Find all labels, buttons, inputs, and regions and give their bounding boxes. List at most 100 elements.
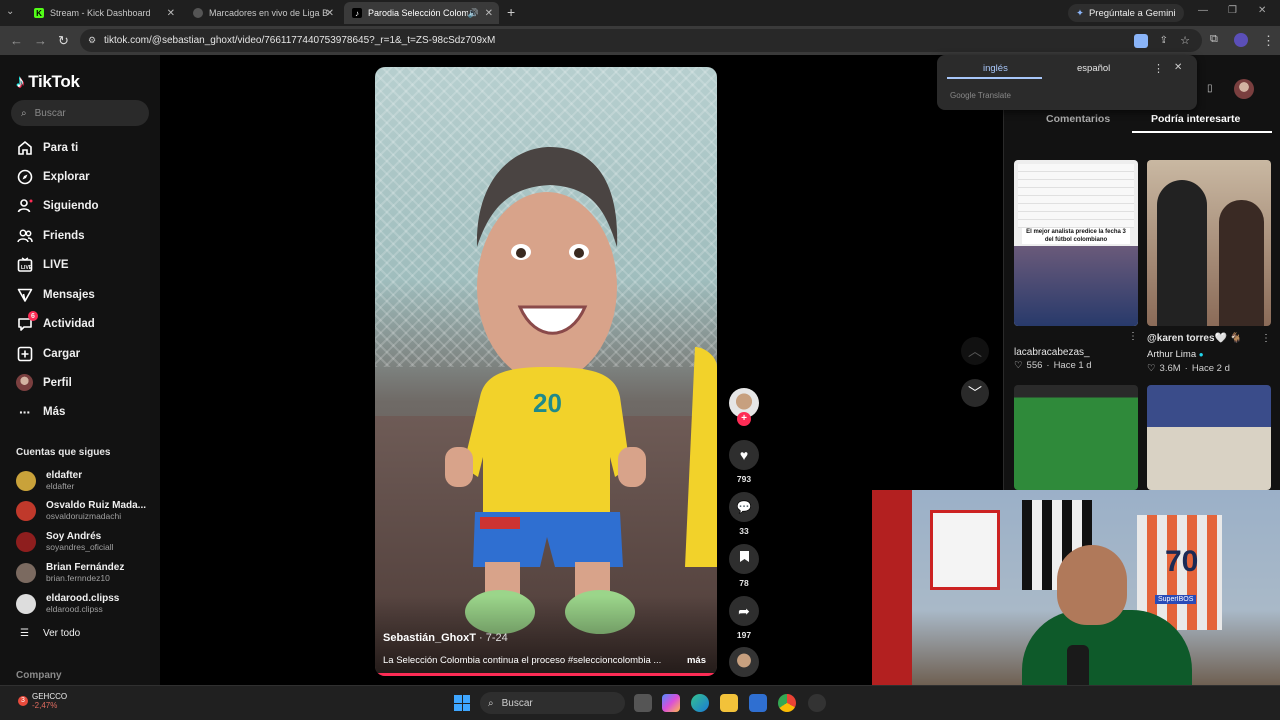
followed-account[interactable]: Osvaldo Ruiz Mada... osvaldoruizmadachi — [16, 500, 146, 521]
suggested-video-author[interactable]: Arthur Lima ● — [1147, 349, 1204, 360]
windows-start-icon[interactable] — [454, 695, 470, 711]
nav-actividad[interactable]: 6 Actividad — [16, 311, 95, 332]
restore-button[interactable]: ❐ — [1228, 5, 1237, 16]
profile-avatar[interactable] — [1234, 33, 1248, 47]
avatar — [16, 562, 36, 583]
see-all-link[interactable]: ☰ Ver todo — [20, 628, 80, 639]
audio-playing-icon[interactable]: 🔊 — [468, 8, 479, 19]
nav-mensajes[interactable]: Mensajes — [16, 286, 95, 303]
save-button[interactable]: 78 — [728, 544, 760, 588]
thumbnail-people-image — [1157, 180, 1207, 326]
suggested-video-thumbnail[interactable] — [1147, 385, 1271, 490]
task-view-icon[interactable] — [634, 694, 652, 712]
bookmark-star-icon[interactable]: ☆ — [1180, 34, 1190, 47]
video-author[interactable]: Sebastián_GhoxT · 7-24 — [383, 632, 508, 644]
tab-title: Marcadores en vivo de Liga Betp — [209, 8, 329, 18]
search-icon: ⌕ — [488, 697, 494, 709]
followed-account[interactable]: Brian Fernández brian.fernndez10 — [16, 562, 124, 583]
site-info-icon[interactable]: ⚙ — [88, 35, 96, 46]
suggested-video-thumbnail[interactable] — [1014, 385, 1138, 490]
gemini-button[interactable]: ✦ Pregúntale a Gemini — [1068, 4, 1184, 22]
nav-explorar[interactable]: Explorar — [16, 168, 90, 185]
nav-para-ti[interactable]: Para ti — [16, 139, 78, 156]
tab-tiktok-video[interactable]: ♪ Parodia Selección Colombia 🔊 ✕ — [344, 2, 499, 24]
like-button[interactable]: ♥ 793 — [728, 440, 760, 484]
browser-tab-bar: ⌄ K Stream - Kick Dashboard ✕ Marcadores… — [0, 0, 1280, 26]
close-window-button[interactable]: ✕ — [1258, 5, 1266, 16]
comment-button[interactable]: 💬 33 — [728, 492, 760, 536]
suggested-video-title[interactable]: lacabracabezas_ — [1014, 347, 1090, 358]
close-tab-icon[interactable]: ✕ — [485, 8, 493, 19]
close-tab-icon[interactable]: ✕ — [167, 8, 175, 19]
close-tab-icon[interactable]: ✕ — [326, 8, 334, 19]
install-app-icon[interactable]: ⇪ — [1160, 35, 1168, 46]
tab-list-button[interactable]: ⌄ — [6, 6, 14, 17]
new-tab-button[interactable]: + — [507, 4, 515, 20]
tab-liga-betplay[interactable]: Marcadores en vivo de Liga Betp ✕ — [185, 2, 340, 24]
translate-lang-espanol[interactable]: español — [1077, 63, 1110, 74]
activity-badge: 6 — [28, 311, 38, 321]
video-player[interactable]: 20 Sebastián_GhoxT · 7-24 La Selección C… — [375, 67, 717, 676]
nav-siguiendo[interactable]: Siguiendo — [16, 197, 99, 214]
follow-plus-icon[interactable]: + — [737, 412, 751, 426]
back-icon[interactable]: ← — [10, 33, 23, 48]
tab-podria-interesarte[interactable]: Podría interesarte — [1151, 113, 1240, 125]
tab-kick-dashboard[interactable]: K Stream - Kick Dashboard ✕ — [26, 2, 181, 24]
user-avatar[interactable] — [1234, 79, 1254, 99]
tiktok-logo[interactable]: ♪ TikTok — [16, 72, 80, 92]
share-button[interactable]: ➦ 197 — [728, 596, 760, 640]
edge-icon[interactable] — [691, 694, 709, 712]
followed-account[interactable]: eldarood.clipss eldarood.clipss — [16, 593, 119, 614]
suggested-video-thumbnail[interactable]: El mejor analista predice la fecha 3 del… — [1014, 160, 1138, 326]
translate-tab-underline — [947, 77, 1042, 79]
video-progress-bar[interactable] — [375, 673, 717, 676]
streamer-head — [1057, 545, 1127, 625]
followed-account[interactable]: eldafter eldafter — [16, 470, 82, 491]
stock-widget[interactable]: 3 GEHCCO -2,47% — [18, 692, 67, 710]
minimize-button[interactable]: — — [1198, 5, 1208, 16]
obs-icon[interactable] — [808, 694, 826, 712]
following-icon — [16, 197, 33, 214]
more-options-icon[interactable]: ⋮ — [1128, 331, 1138, 342]
translate-close-icon[interactable]: ✕ — [1174, 62, 1182, 73]
nav-perfil[interactable]: Perfil — [16, 374, 72, 391]
translate-lang-ingles[interactable]: inglés — [983, 63, 1008, 74]
reload-icon[interactable]: ↻ — [58, 33, 69, 49]
avatar — [16, 470, 36, 491]
suggested-video-thumbnail[interactable] — [1147, 160, 1271, 326]
url-text: tiktok.com/@sebastian_ghoxt/video/766117… — [104, 35, 496, 46]
upload-icon — [16, 345, 33, 362]
sound-disc-button[interactable] — [728, 647, 760, 677]
forward-icon[interactable]: → — [34, 33, 47, 48]
thumbnail-overlay-text: El mejor analista predice la fecha 3 del… — [1022, 228, 1130, 244]
url-field[interactable]: ⚙ tiktok.com/@sebastian_ghoxt/video/7661… — [80, 29, 1202, 52]
device-icon[interactable]: ▯ — [1207, 83, 1213, 94]
file-explorer-icon[interactable] — [720, 694, 738, 712]
heart-outline-icon: ♡ — [1014, 360, 1023, 371]
avatar — [16, 531, 36, 552]
copilot-icon[interactable] — [662, 694, 680, 712]
caption-more-button[interactable]: más — [687, 655, 706, 666]
store-icon[interactable] — [749, 694, 767, 712]
search-input[interactable]: ⌕ Buscar — [11, 100, 149, 126]
translate-page-icon[interactable] — [1134, 33, 1148, 48]
more-options-icon[interactable]: ⋮ — [1261, 333, 1271, 344]
save-count: 78 — [739, 578, 749, 588]
chrome-icon[interactable] — [778, 694, 796, 712]
translate-options-icon[interactable]: ⋮ — [1153, 62, 1164, 75]
followed-account[interactable]: Soy Andrés soyandres_oficiall — [16, 531, 114, 552]
tab-comentarios[interactable]: Comentarios — [1046, 113, 1110, 125]
nav-live[interactable]: LIVE LIVE — [16, 256, 69, 273]
next-video-button[interactable]: ﹀ — [961, 379, 989, 407]
suggested-video-title[interactable]: @karen torres🤍 🐐 — [1147, 333, 1242, 344]
taskbar-search[interactable]: ⌕ Buscar — [480, 692, 625, 714]
browser-menu-icon[interactable]: ⋮ — [1262, 33, 1275, 49]
company-link[interactable]: Company — [16, 670, 62, 681]
nav-cargar[interactable]: Cargar — [16, 345, 80, 362]
previous-video-button[interactable]: ︿ — [961, 337, 989, 365]
stock-change: -2,47% — [32, 701, 58, 710]
extensions-icon[interactable]: ⧉ — [1210, 33, 1218, 46]
creator-avatar-button[interactable]: + — [728, 388, 760, 426]
nav-mas[interactable]: ··· Más — [16, 403, 65, 420]
nav-friends[interactable]: Friends — [16, 227, 85, 244]
